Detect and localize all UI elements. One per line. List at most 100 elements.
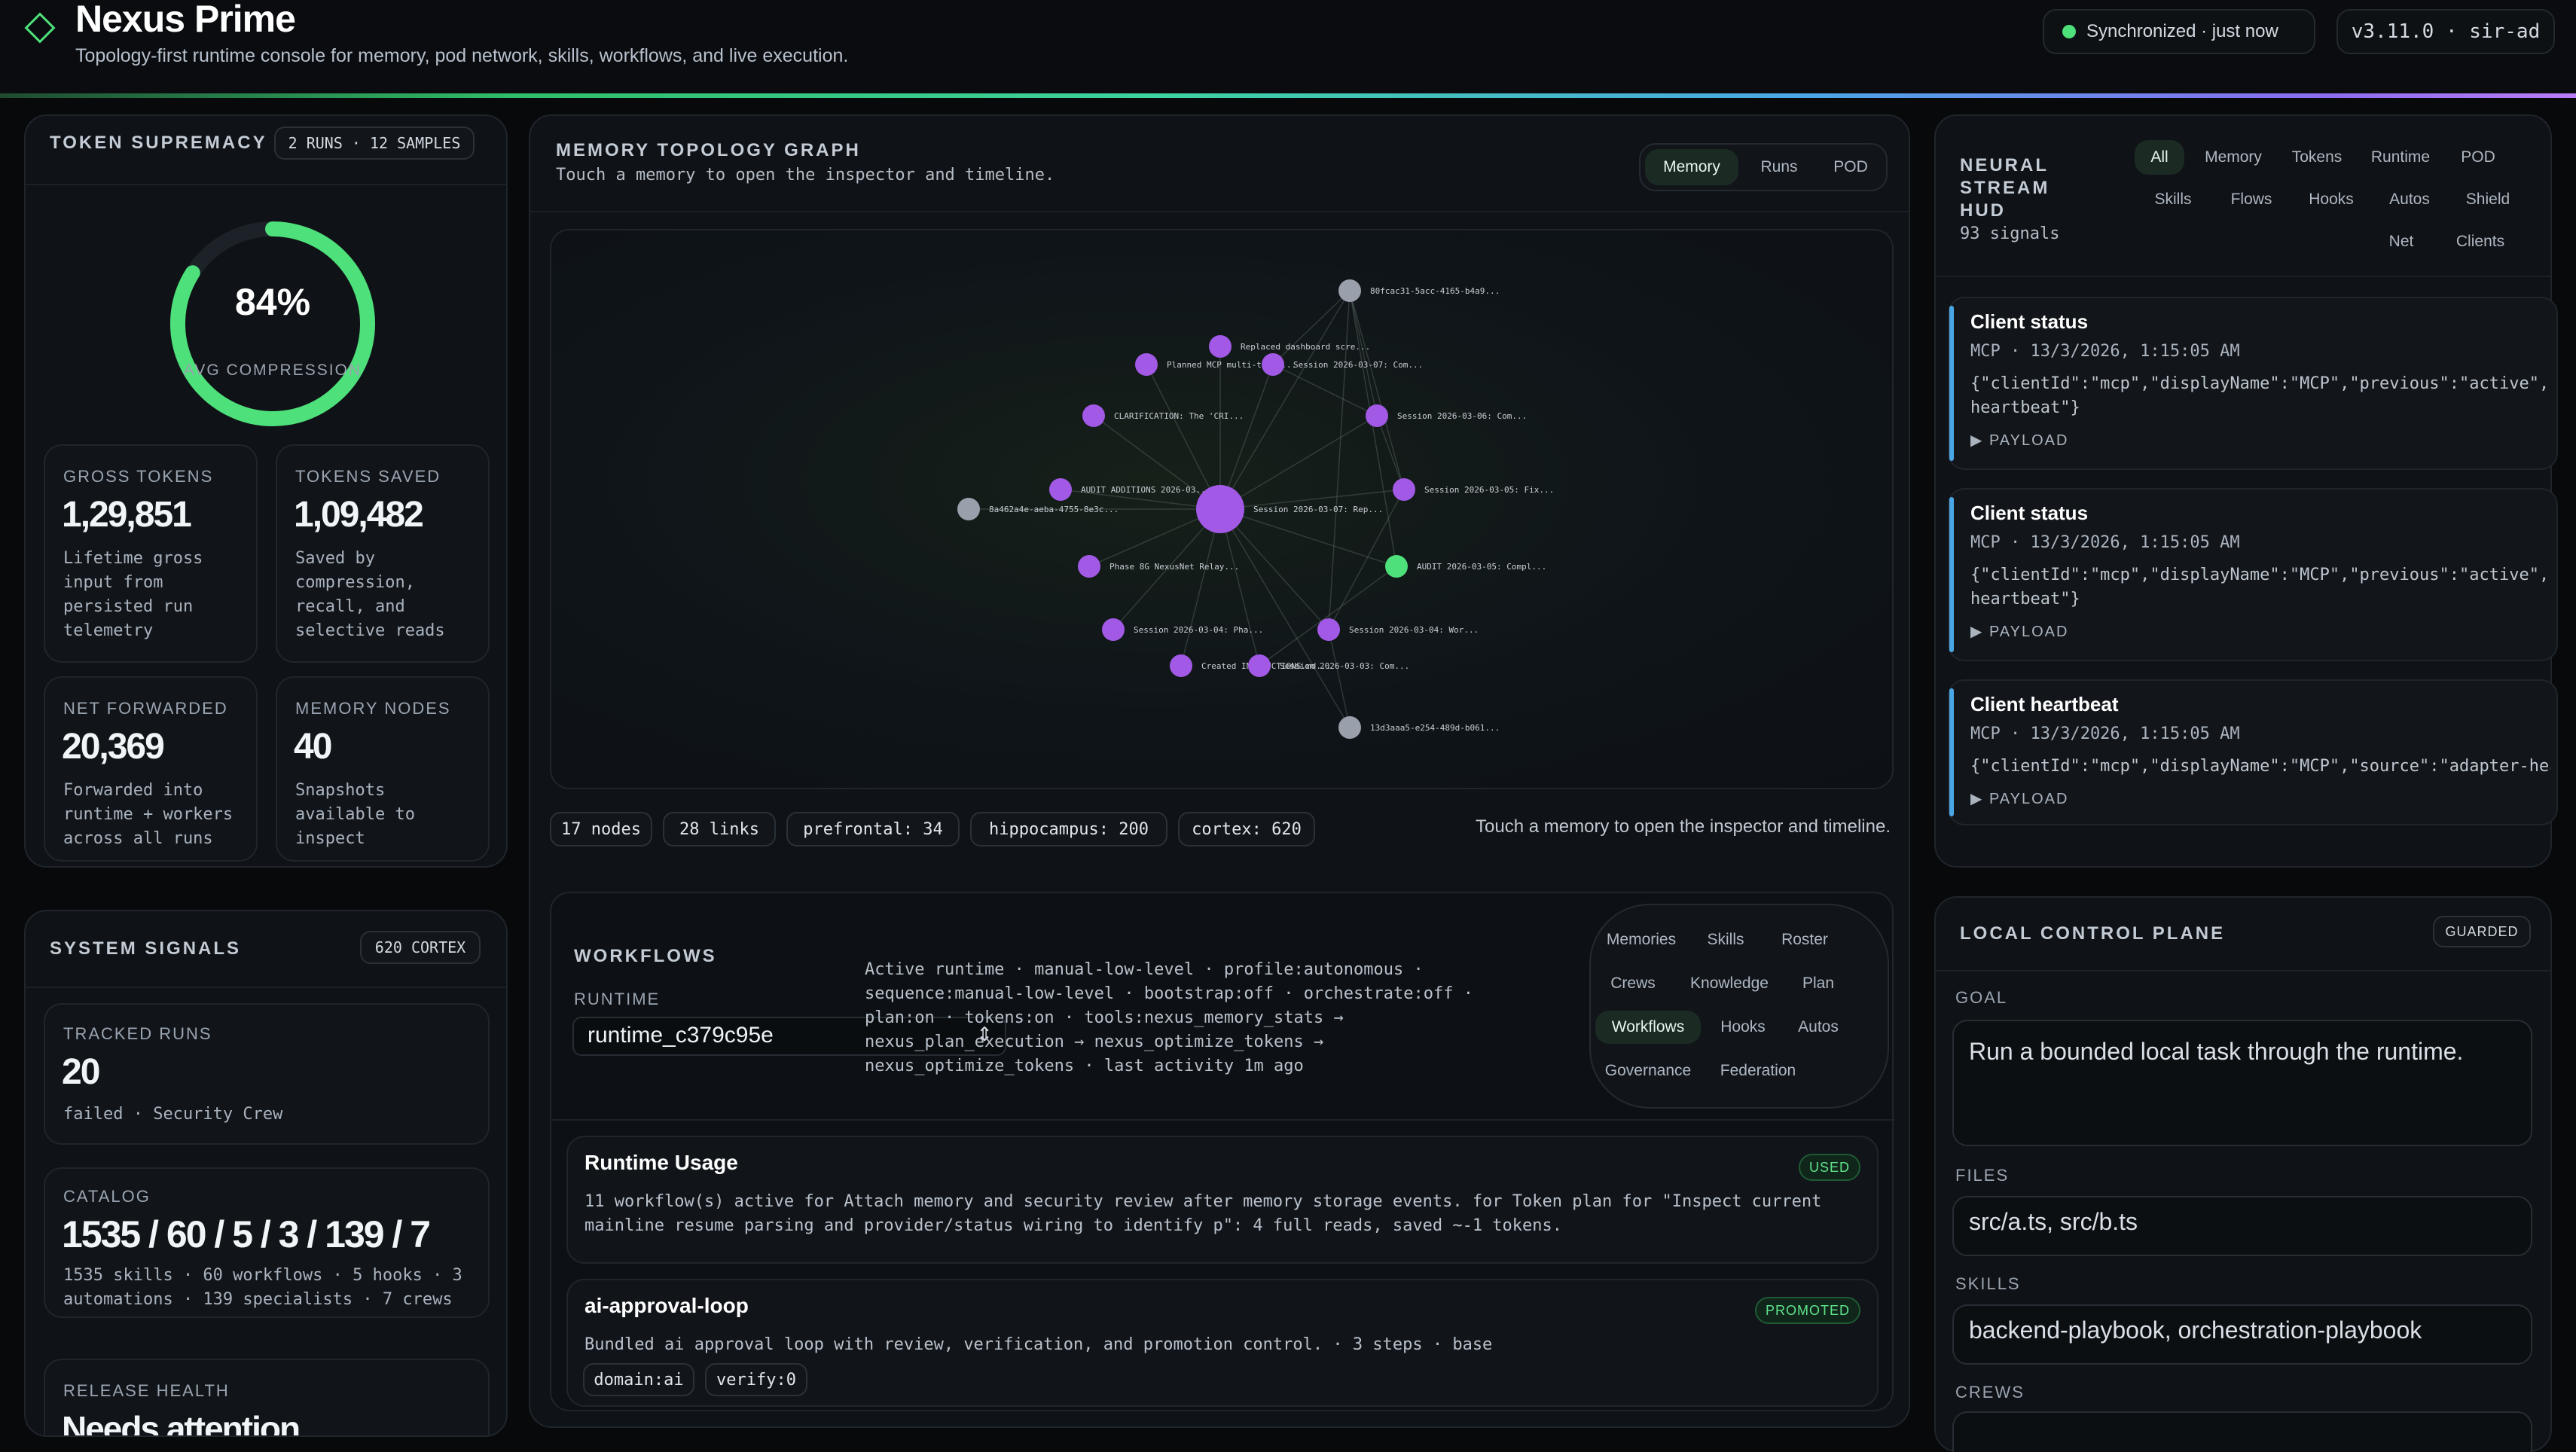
stream-event[interactable]: Client status MCP · 13/3/2026, 1:15:05 A… xyxy=(1948,488,2558,661)
memory-node-label: AUDIT ADDITIONS 2026-03... xyxy=(1081,485,1210,495)
card-value: Needs attention xyxy=(62,1409,301,1437)
topology-graph[interactable]: 80fcac31-5acc-4165-b4a9... Replaced dashb… xyxy=(551,230,1895,791)
memory-node-dot[interactable] xyxy=(1078,555,1100,578)
workflow-tabs: Memories Skills Roster Crews Knowledge P… xyxy=(1589,904,1889,1109)
memory-node[interactable]: 80fcac31-5acc-4165-b4a9... xyxy=(1338,279,1500,302)
tab-memories[interactable]: Memories xyxy=(1598,923,1684,956)
card-value: 40 xyxy=(294,727,332,767)
memory-node-dot[interactable] xyxy=(1135,353,1158,376)
payload-toggle[interactable]: ▶ PAYLOAD xyxy=(1970,789,2068,808)
memory-node-dot[interactable] xyxy=(1049,478,1072,501)
tab-knowledge[interactable]: Knowledge xyxy=(1678,967,1781,1000)
memory-node-dot[interactable] xyxy=(1196,485,1244,533)
event-title: Client status xyxy=(1970,502,2089,524)
catalog-card[interactable]: CATALOG 1535 / 60 / 5 / 3 / 139 / 7 1535… xyxy=(44,1167,490,1318)
tab-memory[interactable]: Memory xyxy=(1645,149,1738,185)
memory-node[interactable]: Session 2026-03-07: Rep... xyxy=(1196,485,1383,533)
memory-node-dot[interactable] xyxy=(957,498,980,520)
workflow-item-badge: USED xyxy=(1798,1154,1860,1181)
filter-clients[interactable]: Clients xyxy=(2440,224,2520,259)
event-json: {"clientId":"mcp","displayName":"MCP","p… xyxy=(1970,374,2550,417)
tab-runs[interactable]: Runs xyxy=(1743,149,1815,185)
payload-toggle[interactable]: ▶ PAYLOAD xyxy=(1970,622,2068,641)
filter-hooks[interactable]: Hooks xyxy=(2297,182,2365,217)
gauge-value: 84% xyxy=(235,281,310,323)
graph-edge xyxy=(1349,290,1397,567)
memory-node-dot[interactable] xyxy=(1366,404,1388,427)
memory-node-dot[interactable] xyxy=(1209,335,1232,358)
filter-shield[interactable]: Shield xyxy=(2454,182,2522,217)
memory-node[interactable]: CLARIFICATION: The 'CRI... xyxy=(1082,404,1244,427)
memory-node[interactable]: 13d3aaa5-e254-489d-b061... xyxy=(1338,716,1500,739)
filter-skills[interactable]: Skills xyxy=(2139,182,2207,217)
filter-pod[interactable]: POD xyxy=(2448,140,2508,175)
tab-federation[interactable]: Federation xyxy=(1705,1054,1811,1087)
workflow-item-title: ai-approval-loop xyxy=(584,1294,749,1317)
view-tabs: Memory Runs POD xyxy=(1639,143,1888,191)
signal-count: 93 signals xyxy=(1960,224,2060,243)
tab-roster[interactable]: Roster xyxy=(1767,923,1842,956)
goal-textarea[interactable]: Run a bounded local task through the run… xyxy=(1952,1020,2532,1146)
card-label: GROSS TOKENS xyxy=(63,467,214,486)
memory-node-dot[interactable] xyxy=(1102,618,1125,641)
filter-runtime[interactable]: Runtime xyxy=(2359,140,2442,175)
graph-stat-chip: cortex: 620 xyxy=(1178,812,1315,846)
release-health-card[interactable]: RELEASE HEALTH Needs attention xyxy=(44,1359,490,1437)
crews-input[interactable] xyxy=(1952,1411,2532,1452)
memory-node-dot[interactable] xyxy=(1170,654,1192,677)
memory-node-dot[interactable] xyxy=(1248,654,1271,677)
memory-node[interactable]: Session 2026-03-05: Fix... xyxy=(1393,478,1554,501)
memory-node-dot[interactable] xyxy=(1393,478,1415,501)
graph-stat-chip: prefrontal: 34 xyxy=(786,812,960,846)
graph-edge xyxy=(1328,629,1351,728)
memory-topology-panel: MEMORY TOPOLOGY GRAPH Touch a memory to … xyxy=(529,114,1910,1428)
memory-node-dot[interactable] xyxy=(1317,618,1340,641)
filter-all[interactable]: All xyxy=(2135,140,2184,175)
tab-hooks[interactable]: Hooks xyxy=(1708,1011,1778,1044)
tab-pod[interactable]: POD xyxy=(1818,149,1883,185)
memory-node[interactable]: Session 2026-03-06: Com... xyxy=(1366,404,1527,427)
memory-node-dot[interactable] xyxy=(1338,716,1361,739)
filter-autos[interactable]: Autos xyxy=(2376,182,2443,217)
memory-node[interactable]: AUDIT ADDITIONS 2026-03... xyxy=(1049,478,1210,501)
memory-node-dot[interactable] xyxy=(1338,279,1361,302)
memory-node-label: 13d3aaa5-e254-489d-b061... xyxy=(1370,723,1500,733)
tab-plan[interactable]: Plan xyxy=(1788,967,1848,1000)
memory-node-label: Session 2026-03-04: Pha... xyxy=(1134,625,1263,635)
memory-node-dot[interactable] xyxy=(1082,404,1105,427)
stream-event[interactable]: Client status MCP · 13/3/2026, 1:15:05 A… xyxy=(1948,297,2558,470)
tracked-runs-card[interactable]: TRACKED RUNS 20 failed · Security Crew xyxy=(44,1003,490,1145)
memory-node[interactable]: Session 2026-03-04: Wor... xyxy=(1317,618,1479,641)
tab-autos[interactable]: Autos xyxy=(1784,1011,1853,1044)
tab-workflows[interactable]: Workflows xyxy=(1595,1011,1701,1044)
stream-event[interactable]: Client heartbeat MCP · 13/3/2026, 1:15:0… xyxy=(1948,679,2558,825)
memory-node-label: Session 2026-03-07: Com... xyxy=(1293,360,1423,370)
topology-graph-canvas[interactable]: 80fcac31-5acc-4165-b4a9... Replaced dashb… xyxy=(550,229,1894,789)
filter-net[interactable]: Net xyxy=(2373,224,2430,259)
memory-node[interactable]: AUDIT 2026-03-05: Compl... xyxy=(1385,555,1546,578)
skills-input[interactable]: backend-playbook, orchestration-playbook xyxy=(1952,1304,2532,1365)
workflows-title: WORKFLOWS xyxy=(574,946,717,966)
memory-node[interactable]: Phase 8G NexusNet Relay... xyxy=(1078,555,1239,578)
memory-node[interactable]: Session 2026-03-04: Pha... xyxy=(1102,618,1263,641)
memory-node-label: Session 2026-03-05: Fix... xyxy=(1424,485,1554,495)
memory-nodes-card[interactable]: MEMORY NODES 40 Snapshots available to i… xyxy=(276,676,490,862)
files-input[interactable]: src/a.ts, src/b.ts xyxy=(1952,1196,2532,1256)
workflow-item[interactable]: ai-approval-loop PROMOTED Bundled ai app… xyxy=(566,1279,1879,1407)
filter-flows[interactable]: Flows xyxy=(2217,182,2285,217)
payload-toggle[interactable]: ▶ PAYLOAD xyxy=(1970,431,2068,450)
filter-tokens[interactable]: Tokens xyxy=(2279,140,2355,175)
goal-label: GOAL xyxy=(1955,988,2008,1007)
tab-skills[interactable]: Skills xyxy=(1692,923,1760,956)
tab-governance[interactable]: Governance xyxy=(1595,1054,1701,1087)
tab-crews[interactable]: Crews xyxy=(1595,967,1671,1000)
net-forwarded-card: NET FORWARDED 20,369 Forwarded into runt… xyxy=(44,676,258,862)
memory-node-dot[interactable] xyxy=(1385,555,1408,578)
workflow-item[interactable]: Runtime Usage USED 11 workflow(s) active… xyxy=(566,1136,1879,1264)
workflows-section: WORKFLOWS RUNTIME runtime_c379c95e ⇕ Act… xyxy=(550,892,1895,1411)
memory-node-dot[interactable] xyxy=(1262,353,1284,376)
filter-memory[interactable]: Memory xyxy=(2192,140,2275,175)
card-label: CATALOG xyxy=(63,1187,151,1206)
tokens-saved-card: TOKENS SAVED 1,09,482 Saved by compressi… xyxy=(276,444,490,663)
sync-status-badge[interactable]: Synchronized · just now xyxy=(2043,9,2315,54)
